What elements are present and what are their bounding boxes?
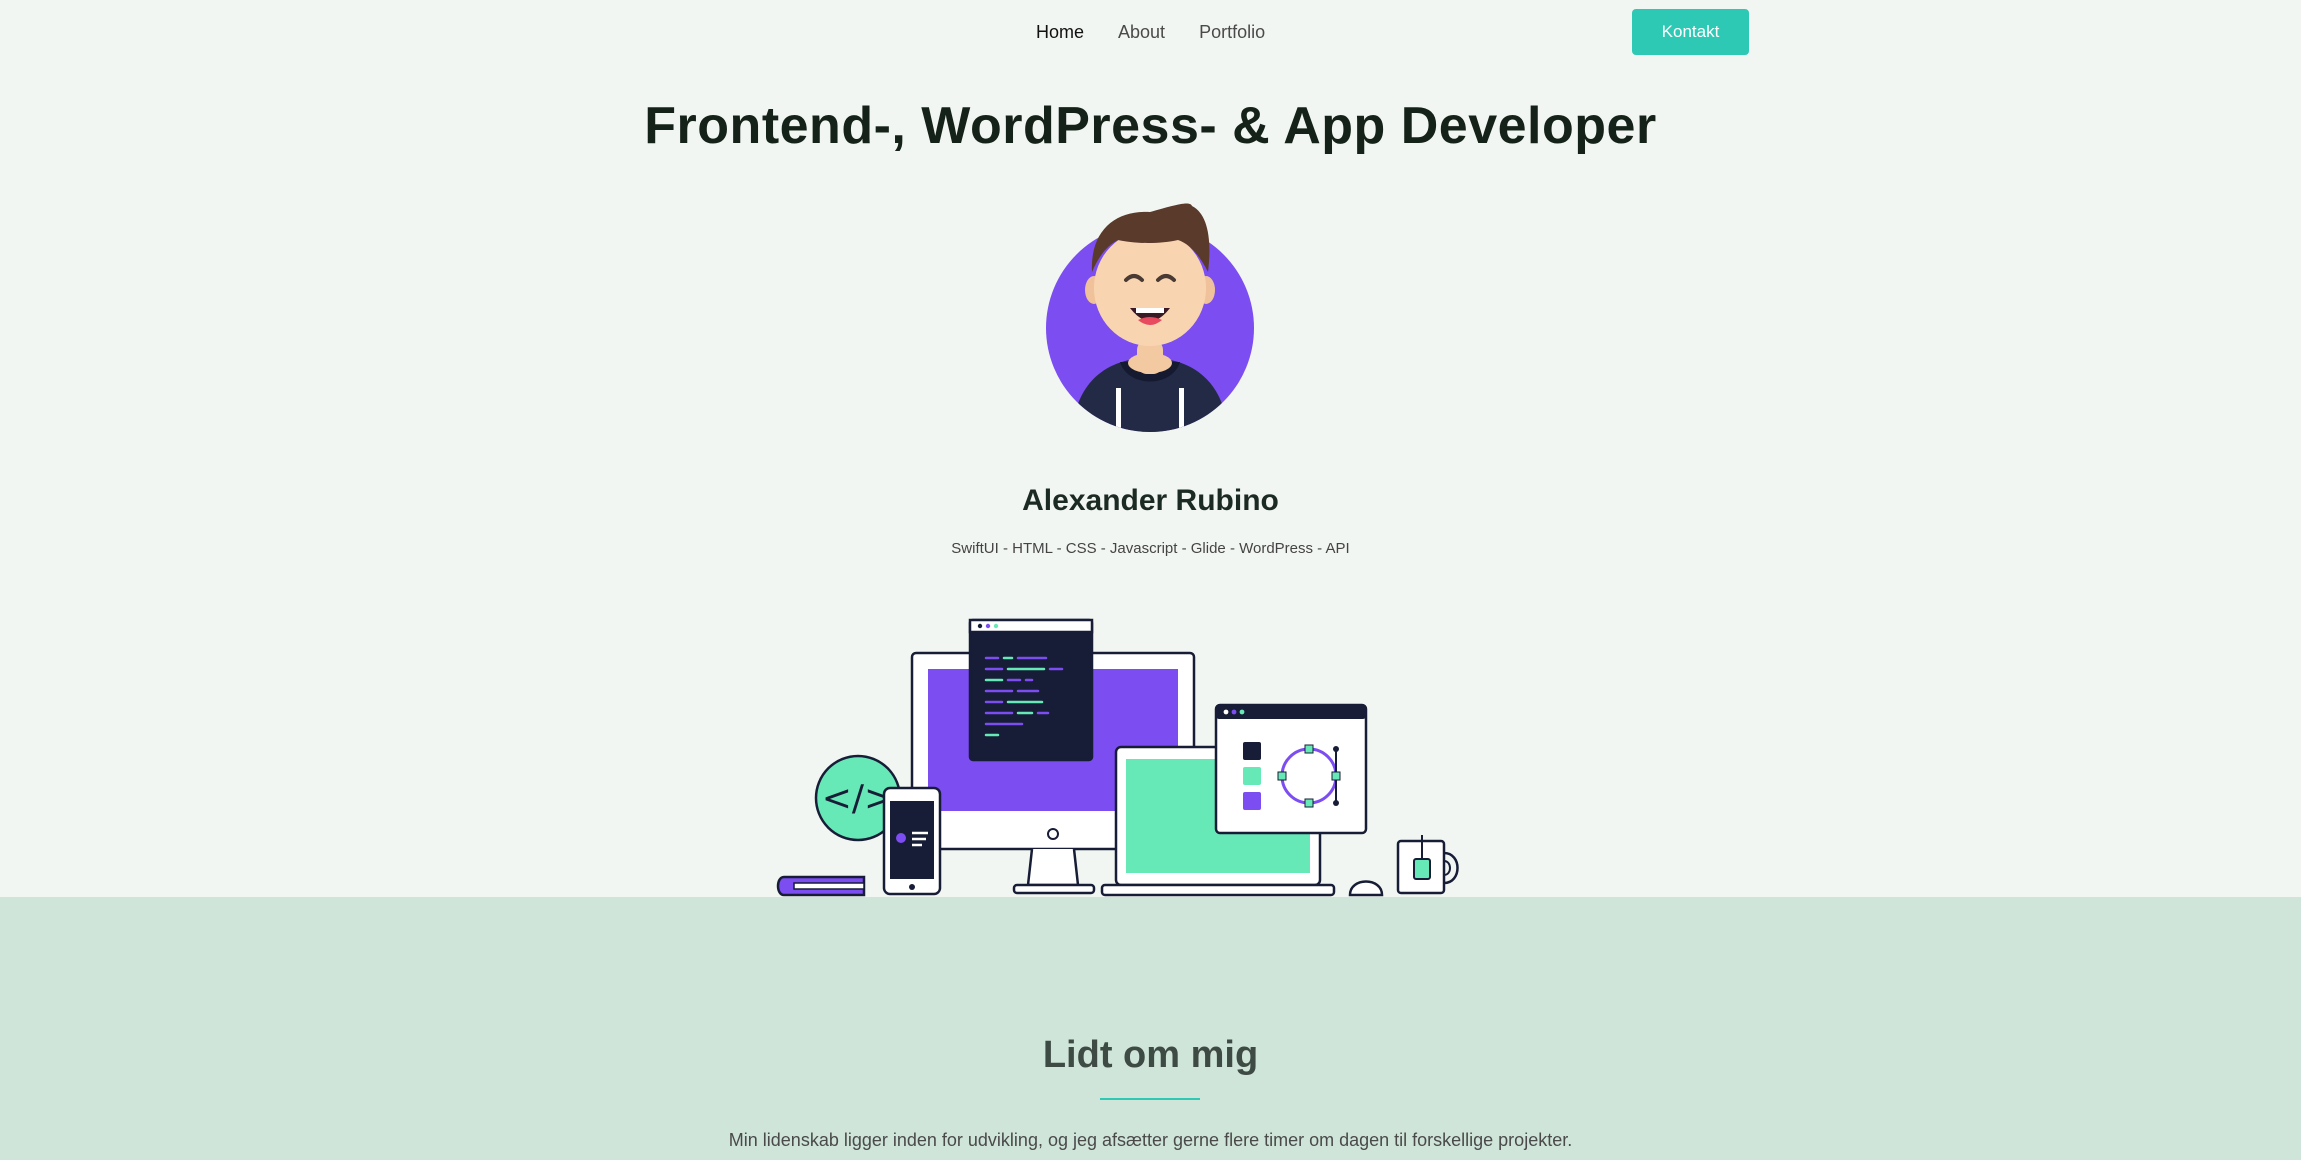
nav-links: Home About Portfolio bbox=[1036, 18, 1299, 46]
nav-link-portfolio[interactable]: Portfolio bbox=[1199, 18, 1265, 46]
tea-mug-icon bbox=[1396, 835, 1459, 895]
book-icon bbox=[776, 875, 866, 897]
about-section bbox=[0, 897, 2301, 1160]
code-editor-window-icon bbox=[968, 618, 1094, 762]
contact-button[interactable]: Kontakt bbox=[1632, 9, 1749, 55]
developer-avatar-icon bbox=[1046, 203, 1254, 432]
developer-name: Alexander Rubino bbox=[1022, 484, 1279, 517]
about-text: Min lidenskab ligger inden for udvikling… bbox=[728, 1130, 1573, 1150]
design-tool-window-icon bbox=[1214, 703, 1368, 835]
about-title: Lidt om mig bbox=[1042, 1034, 1259, 1076]
skills-list: SwiftUI - HTML - CSS - Javascript - Glid… bbox=[951, 540, 1350, 557]
top-navigation: Home About Portfolio Kontakt bbox=[0, 0, 2301, 64]
developer-workspace-illustration-icon: </> bbox=[776, 618, 1459, 897]
nav-link-about[interactable]: About bbox=[1118, 18, 1165, 46]
mouse-icon bbox=[1348, 880, 1384, 897]
about-title-underline bbox=[1100, 1098, 1200, 1100]
nav-link-home[interactable]: Home bbox=[1036, 18, 1084, 46]
hero-title: Frontend-, WordPress- & App Developer bbox=[644, 97, 1657, 155]
smartphone-icon bbox=[882, 786, 942, 896]
